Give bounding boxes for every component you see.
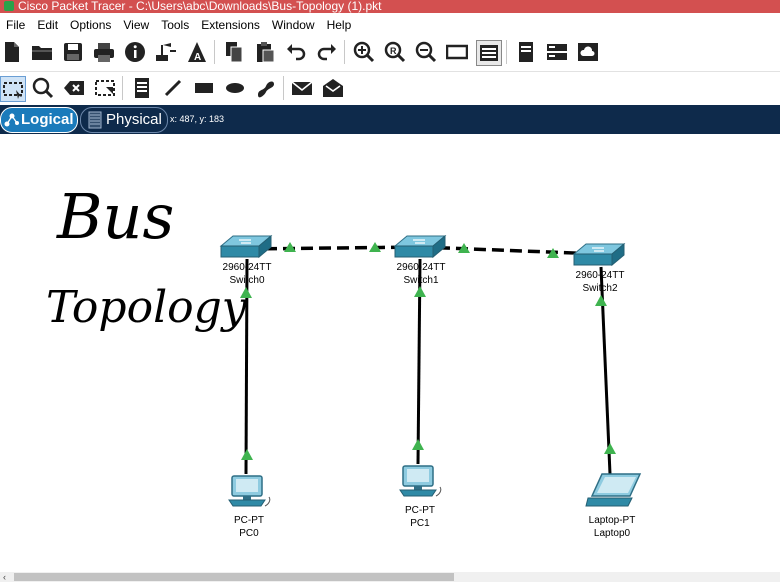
link-up-indicator [414,286,426,297]
activity-wizard-icon[interactable]: A [185,40,209,64]
handwriting-bus: Bus [56,180,174,253]
switch1-name: Switch1 [403,275,439,286]
menu-bar: File Edit Options View Tools Extensions Window… [0,16,780,34]
toolbar-separator [506,40,507,64]
draw-line-icon[interactable] [161,76,185,100]
menu-options[interactable]: Options [64,16,117,34]
zoom-out-icon[interactable] [414,40,438,64]
pc1-name: PC1 [410,518,430,529]
inspect-icon[interactable] [31,76,55,100]
switch2-label: 2960-24TT Switch2 [560,269,640,295]
toolbar-separator [122,76,123,100]
info-icon[interactable] [123,40,147,64]
drawing-palette-icon[interactable] [445,40,469,64]
pc0-name: PC0 [239,528,259,539]
link-up-indicator [604,443,616,454]
logical-tab-label: Logical [21,111,74,128]
cluster-icon[interactable] [545,40,569,64]
laptop0-icon[interactable] [585,473,642,507]
toolbar-separator [344,40,345,64]
scroll-left-icon[interactable]: ‹ [3,572,6,582]
horizontal-scrollbar[interactable]: ‹ [0,572,780,582]
pc0-model: PC-PT [234,515,264,526]
redo-icon[interactable] [315,40,339,64]
switch0-model: 2960-24TT [222,262,272,273]
zoom-in-icon[interactable] [352,40,376,64]
freeform-icon[interactable] [254,76,278,100]
switch1-icon[interactable] [393,234,447,259]
network-wizard-icon[interactable] [154,40,178,64]
pc1-icon[interactable] [399,465,442,497]
link-switch0-switch1[interactable] [246,245,421,251]
draw-rectangle-icon[interactable] [192,76,216,100]
window-title: Cisco Packet Tracer - C:\Users\abc\Downl… [18,0,382,13]
delete-icon[interactable] [62,76,86,100]
pc0-label: PC-PT PC0 [209,514,289,540]
menu-extensions[interactable]: Extensions [195,16,266,34]
pc0-icon[interactable] [228,475,271,507]
title-bar: Cisco Packet Tracer - C:\Users\abc\Downl… [0,0,780,13]
switch1-label: 2960-24TT Switch1 [381,261,461,287]
logical-icon [4,113,19,127]
add-complex-pdu-icon[interactable] [321,76,345,100]
add-simple-pdu-icon[interactable] [290,76,314,100]
main-toolbar: A R [0,36,780,68]
edit-toolbar [0,71,780,104]
undo-icon[interactable] [284,40,308,64]
copy-icon[interactable] [222,40,246,64]
handwriting-topology: Topology [46,282,248,333]
custom-device-dialog-icon[interactable] [476,40,502,66]
print-icon[interactable] [92,40,116,64]
toolbar-separator [283,76,284,100]
physical-tab-label: Physical [106,111,162,128]
logical-workspace[interactable]: Bus Topology 2960-24TT Switch0 2960-24TT… [0,134,780,572]
cursor-coordinates: x: 487, y: 183 [170,114,225,124]
svg-text:A: A [194,52,201,63]
resize-shape-icon[interactable] [93,76,117,100]
laptop0-model: Laptop-PT [588,515,636,526]
laptop0-name: Laptop0 [593,528,631,539]
menu-file[interactable]: File [0,16,31,34]
link-up-indicator [412,439,424,450]
menu-view[interactable]: View [117,16,155,34]
pdu-list-icon[interactable] [514,40,538,64]
toolbar-separator [214,40,215,64]
handwritten-annotation: Bus Topology [46,180,248,333]
link-up-indicator [241,449,253,460]
switch1-model: 2960-24TT [396,262,446,273]
scrollbar-thumb[interactable] [14,573,454,581]
select-icon[interactable] [0,76,26,102]
switch2-icon[interactable] [572,242,626,267]
paste-icon[interactable] [253,40,277,64]
link-up-indicator [595,295,607,306]
switch2-model: 2960-24TT [575,270,625,281]
switch2-name: Switch2 [582,283,618,294]
save-icon[interactable] [61,40,85,64]
menu-help[interactable]: Help [321,16,358,34]
place-note-icon[interactable] [130,76,154,100]
switch0-icon[interactable] [219,234,273,259]
cloud-view-icon[interactable] [576,40,600,64]
physical-icon [88,111,102,129]
menu-edit[interactable]: Edit [31,16,64,34]
menu-window[interactable]: Window [266,16,321,34]
switch0-name: Switch0 [229,275,265,286]
open-icon[interactable] [30,40,54,64]
svg-text:R: R [390,46,397,56]
laptop0-label: Laptop-PT Laptop0 [572,514,652,540]
menu-tools[interactable]: Tools [155,16,195,34]
workspace-mode-bar: Logical Physical x: 487, y: 183 [0,105,780,134]
physical-tab[interactable]: Physical [80,107,168,133]
draw-ellipse-icon[interactable] [223,76,247,100]
logical-tab[interactable]: Logical [0,107,78,133]
switch0-label: 2960-24TT Switch0 [207,261,287,287]
pc1-label: PC-PT PC1 [380,504,460,530]
zoom-reset-icon[interactable]: R [383,40,407,64]
new-icon[interactable] [0,40,24,64]
link-switch1-switch2[interactable] [419,245,601,256]
packet-tracer-app-icon [4,1,14,11]
pc1-model: PC-PT [405,505,435,516]
